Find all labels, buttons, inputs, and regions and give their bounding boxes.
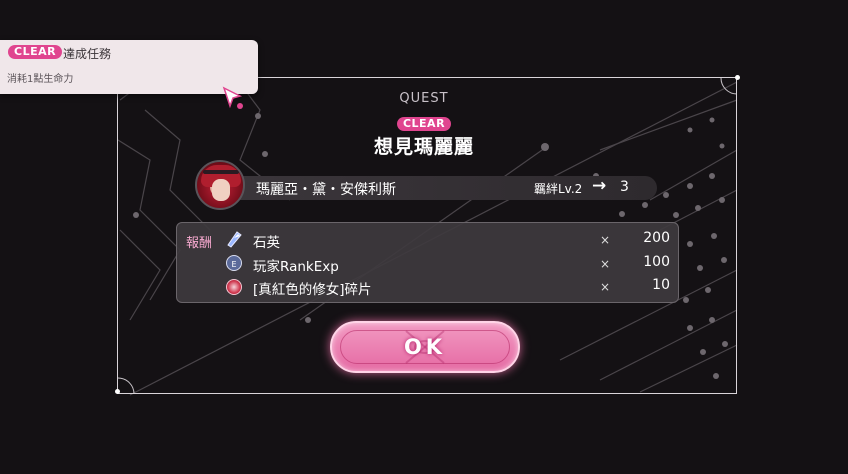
bond-level-label: 羈絆Lv.2 <box>534 182 583 196</box>
toast-clear-badge: CLEAR <box>8 45 63 59</box>
reward-multiplier: × <box>600 233 611 247</box>
quartz-crystal-icon <box>225 230 242 248</box>
clear-status-badge: CLEAR <box>396 117 452 131</box>
ok-button-label: OK <box>403 335 447 359</box>
reward-multiplier: × <box>600 257 611 271</box>
rewards-heading: 報酬 <box>186 236 213 251</box>
reward-name: 玩家RankExp <box>253 259 339 275</box>
reward-value: 10 <box>652 277 670 293</box>
toast-subtitle: 消耗1點生命力 <box>7 74 74 85</box>
reward-name: 石英 <box>253 235 280 251</box>
svg-text:E: E <box>231 260 236 269</box>
panel-corner-dot <box>115 389 120 394</box>
ok-button[interactable]: OK <box>330 321 520 373</box>
bond-next-level: 3 <box>620 179 629 195</box>
reward-multiplier: × <box>600 280 611 294</box>
toast-title: 達成任務 <box>63 47 112 61</box>
quest-title: 想見瑪麗麗 <box>373 136 474 158</box>
character-avatar <box>195 160 245 210</box>
panel-corner-dot <box>735 75 740 80</box>
character-name: 瑪麗亞・黛・安傑利斯 <box>256 182 396 198</box>
clear-badge-wrap: CLEAR <box>0 112 848 131</box>
player-exp-coin-icon: E <box>226 255 242 271</box>
reward-value: 200 <box>643 230 670 246</box>
character-shard-icon <box>226 279 242 295</box>
quest-clear-toast: CLEAR 達成任務 消耗1點生命力 <box>0 40 258 94</box>
reward-name: [真紅色的修女]碎片 <box>253 282 372 298</box>
pointer-cursor-icon <box>222 86 243 109</box>
arrow-right-icon: → <box>592 176 607 196</box>
reward-value: 100 <box>643 254 670 270</box>
